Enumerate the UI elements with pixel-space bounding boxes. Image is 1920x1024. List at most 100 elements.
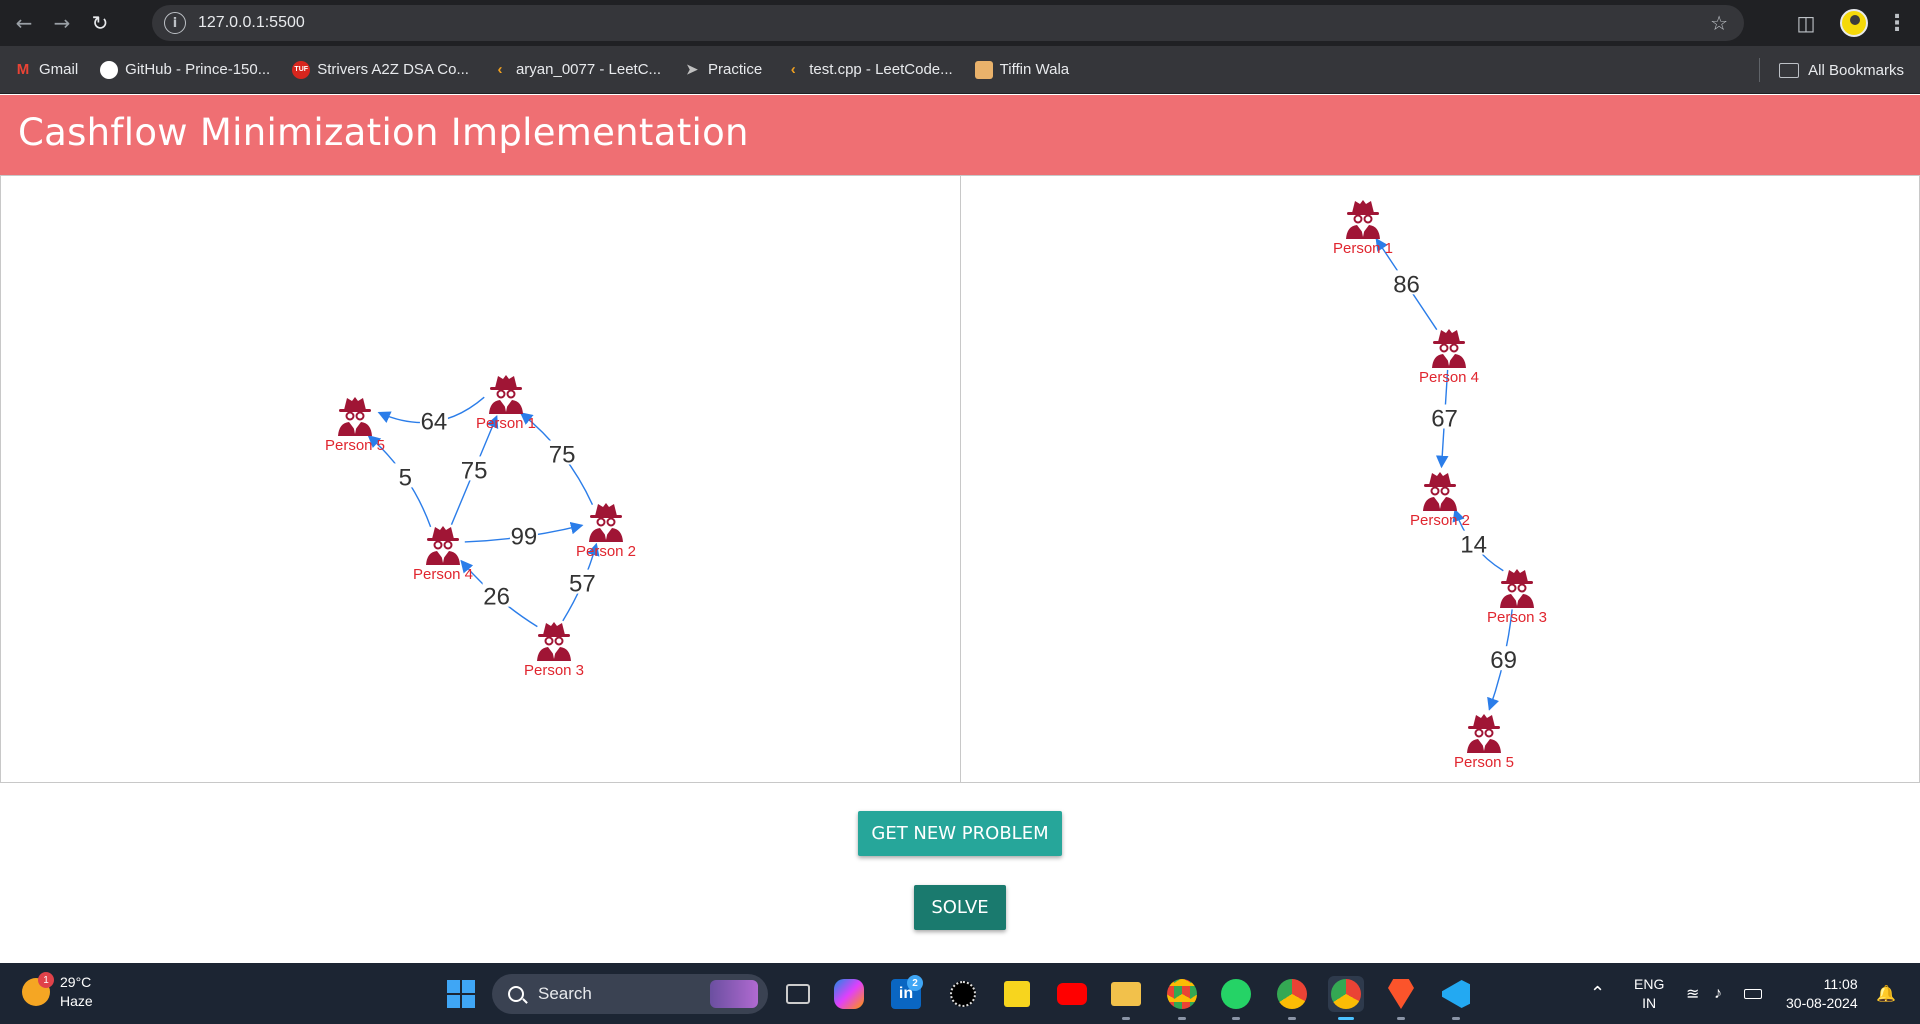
bookmark-github[interactable]: GitHub - Prince-150...	[100, 60, 270, 79]
person-node[interactable]: Person 4	[413, 526, 473, 583]
sticky-notes-icon[interactable]	[999, 976, 1035, 1012]
bookmark-leetcode-profile[interactable]: ‹ aryan_0077 - LeetC...	[491, 61, 661, 79]
tiffin-icon	[974, 60, 993, 79]
edge-amount: 5	[399, 464, 412, 491]
linkedin-icon[interactable]: in 2	[891, 975, 923, 1009]
bookmark-leetcode-test[interactable]: ‹ test.cpp - LeetCode...	[784, 61, 953, 79]
tray-overflow-icon[interactable]: ⌃	[1590, 963, 1605, 1024]
person-label: Person 1	[1333, 240, 1393, 257]
address-url[interactable]: 127.0.0.1:5500	[198, 14, 305, 32]
spy-hat-icon	[344, 397, 366, 410]
all-bookmarks-button[interactable]: All Bookmarks	[1779, 46, 1904, 94]
wifi-icon[interactable]: ≊	[1686, 963, 1699, 1024]
spy-glasses-right	[443, 540, 453, 550]
person-node[interactable]: Person 5	[1454, 714, 1514, 771]
forward-arrow-icon[interactable]: →	[48, 9, 76, 37]
folder-icon	[1779, 62, 1800, 78]
perplexity-icon[interactable]	[945, 976, 981, 1012]
bookmarks-divider	[1759, 58, 1760, 82]
leetcode-icon: ‹	[790, 61, 796, 78]
person-node[interactable]: Person 3	[524, 622, 584, 679]
language-indicator[interactable]: ENG IN	[1634, 963, 1664, 1024]
chrome-second-profile-icon[interactable]	[1274, 976, 1310, 1020]
spy-glasses-right	[506, 389, 516, 399]
volume-icon[interactable]: ♪	[1714, 963, 1722, 1024]
person-label: Person 1	[476, 415, 536, 432]
spy-hat-icon	[1429, 472, 1451, 485]
bookmark-label: Practice	[708, 61, 763, 78]
chrome-menu-icon[interactable]: ⋮	[1886, 11, 1908, 36]
language-top: ENG	[1634, 975, 1665, 992]
bookmark-practice[interactable]: ➤ Practice	[683, 61, 762, 79]
person-node[interactable]: Person 3	[1487, 569, 1547, 626]
windows-start-icon[interactable]	[447, 980, 475, 1008]
whatsapp-icon[interactable]	[1218, 976, 1254, 1020]
chrome-active-icon[interactable]	[1328, 976, 1364, 1020]
bookmark-gmail[interactable]: M Gmail	[14, 61, 78, 79]
weather-widget[interactable]: 1 29°C Haze	[22, 972, 93, 1011]
file-explorer-icon[interactable]	[1108, 976, 1144, 1020]
spy-hat-icon	[1506, 569, 1528, 582]
clock[interactable]: 11:08 30-08-2024	[1786, 963, 1858, 1024]
reload-icon[interactable]: ↻	[86, 9, 114, 37]
spy-hat-icon	[595, 503, 617, 516]
browser-toolbar: ← → ↻ i 127.0.0.1:5500 ☆ ◫ ⋮	[0, 0, 1920, 46]
problem-graph[interactable]: 64 75 75 5 99 26 57 Person 1 Person 2 Person 3 Per…	[1, 176, 960, 782]
site-info-icon[interactable]: i	[164, 12, 186, 34]
spy-glasses-left	[433, 540, 443, 550]
solution-graph[interactable]: 86 67 14 69 Person 1 Person 4 Person 2 Person 3…	[961, 176, 1919, 782]
problem-graph-panel: 64 75 75 5 99 26 57 Person 1 Person 2 Person 3 Per…	[0, 175, 961, 783]
clock-date: 30-08-2024	[1786, 994, 1858, 1011]
youtube-icon[interactable]	[1054, 976, 1090, 1012]
weather-sun-icon: 1	[22, 972, 54, 1006]
bookmark-label: Gmail	[39, 61, 79, 78]
brave-icon[interactable]	[1383, 976, 1419, 1020]
person-node[interactable]: Person 2	[576, 503, 636, 560]
spy-hat-brim	[490, 387, 522, 390]
person-label: Person 2	[576, 543, 636, 560]
edge-amount: 14	[1460, 532, 1487, 559]
spy-glasses-left	[596, 517, 606, 527]
bookmark-tiffin-wala[interactable]: Tiffin Wala	[974, 60, 1069, 79]
task-view-icon[interactable]	[780, 976, 816, 1012]
taskbar: 1 29°C Haze Search in 2 ⌃ ENG IN ≊ ♪ 11:0…	[0, 963, 1920, 1024]
address-bar[interactable]: i 127.0.0.1:5500 ☆	[152, 5, 1744, 41]
spy-glasses-right	[1440, 486, 1450, 496]
extensions-icon[interactable]: ◫	[1784, 11, 1828, 35]
profile-avatar[interactable]	[1840, 9, 1868, 37]
bookmark-strivers[interactable]: TUF Strivers A2Z DSA Co...	[292, 60, 469, 79]
edge-amount: 57	[569, 571, 596, 598]
chrome-profile-icon[interactable]	[1164, 976, 1200, 1020]
bookmark-label: Strivers A2Z DSA Co...	[317, 61, 469, 78]
spy-glasses-left	[345, 411, 355, 421]
bookmarks-bar: M Gmail GitHub - Prince-150... TUF Striv…	[0, 46, 1920, 94]
spy-hat-brim	[590, 515, 622, 518]
spy-hat-brim	[1424, 484, 1456, 487]
all-bookmarks-label: All Bookmarks	[1808, 61, 1904, 79]
spy-glasses-right	[554, 636, 564, 646]
vscode-icon[interactable]	[1438, 976, 1474, 1020]
person-node[interactable]: Person 1	[476, 375, 536, 432]
person-node[interactable]: Person 1	[1333, 200, 1393, 257]
person-node[interactable]: Person 5	[325, 397, 385, 454]
spy-hat-brim	[1347, 212, 1379, 215]
bookmark-star-icon[interactable]: ☆	[1710, 11, 1728, 35]
person-label: Person 5	[325, 437, 385, 454]
spy-glasses-left	[1430, 486, 1440, 496]
battery-icon[interactable]	[1744, 963, 1762, 1024]
back-arrow-icon[interactable]: ←	[10, 9, 38, 37]
search-label: Search	[538, 984, 592, 1003]
get-new-problem-button[interactable]: GET NEW PROBLEM	[858, 811, 1062, 856]
person-node[interactable]: Person 4	[1419, 329, 1479, 386]
person-label: Person 2	[1410, 512, 1470, 529]
person-label: Person 3	[1487, 609, 1547, 626]
spy-hat-icon	[1473, 714, 1495, 727]
notification-bell-icon[interactable]: 🔔	[1876, 963, 1896, 1024]
app-header: Cashflow Minimization Implementation	[0, 95, 1920, 175]
solve-button[interactable]: SOLVE	[914, 885, 1006, 930]
person-node[interactable]: Person 2	[1410, 472, 1470, 529]
copilot-icon[interactable]	[834, 979, 864, 1009]
weather-badge: 1	[38, 972, 54, 988]
search-icon	[508, 986, 524, 1002]
taskbar-search[interactable]: Search	[492, 974, 768, 1014]
